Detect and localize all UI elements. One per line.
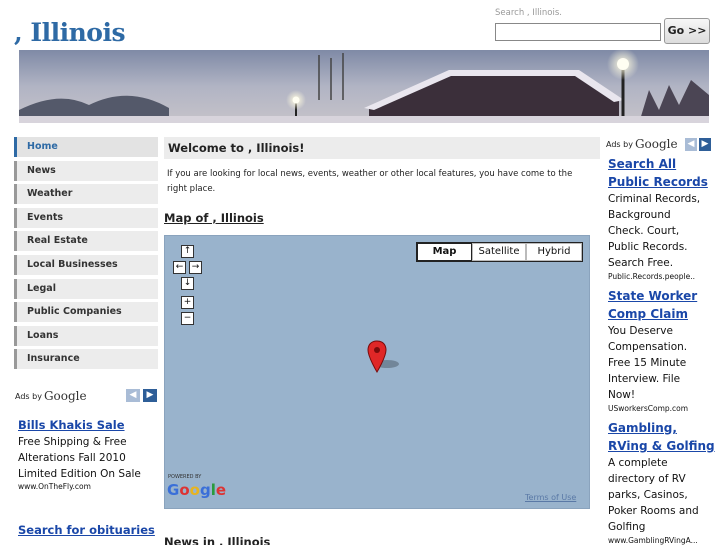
- header-banner-image: [19, 50, 709, 123]
- ad-title[interactable]: Comp Claim: [608, 305, 727, 323]
- nav-item-events[interactable]: Events: [14, 207, 158, 228]
- search-label: Search , Illinois.: [495, 8, 562, 18]
- nav-item-news[interactable]: News: [14, 160, 158, 181]
- ad-title[interactable]: RVing & Golfing: [608, 437, 727, 455]
- ads-google-label: Google: [43, 389, 87, 403]
- right-ad-1: Search All Public Records Criminal Recor…: [608, 155, 727, 281]
- ad-title[interactable]: State Worker: [608, 287, 727, 305]
- terms-of-use-link[interactable]: Terms of Use: [525, 493, 576, 502]
- zoom-out-button[interactable]: −: [181, 312, 194, 325]
- ad-title[interactable]: Search All: [608, 155, 727, 173]
- ad-title[interactable]: Bills Khakis Sale: [18, 418, 158, 432]
- ad-url[interactable]: www.GamblingRVingA...: [608, 536, 727, 545]
- ad-line: Search Free.: [608, 257, 674, 269]
- map-widget[interactable]: ↑ ← → ↓ + − Map Satellite Hybrid POWERED…: [164, 235, 590, 509]
- nav-item-home[interactable]: Home: [14, 137, 158, 157]
- ad-line: Check. Court,: [608, 225, 680, 237]
- ad-line: Criminal Records,: [608, 193, 701, 205]
- chevron-right-icon[interactable]: ▶: [143, 389, 157, 402]
- go-button[interactable]: Go >>: [664, 18, 710, 44]
- map-heading[interactable]: Map of , Illinois: [164, 211, 264, 225]
- pan-down-button[interactable]: ↓: [181, 277, 194, 290]
- ad-line: Public Records.: [608, 241, 688, 253]
- map-type-satellite[interactable]: Satellite: [472, 243, 526, 261]
- ad-line: Interview. File: [608, 373, 681, 385]
- map-type-map[interactable]: Map: [417, 243, 472, 261]
- right-ads-header: Ads by Google: [606, 137, 678, 151]
- map-type-hybrid[interactable]: Hybrid: [526, 243, 582, 261]
- pan-right-button[interactable]: →: [189, 261, 202, 274]
- google-logo[interactable]: Google: [167, 481, 226, 499]
- nav-item-public-companies[interactable]: Public Companies: [14, 302, 158, 323]
- ad-line: Now!: [608, 389, 636, 401]
- map-marker-icon[interactable]: [367, 340, 403, 374]
- nav-item-insurance[interactable]: Insurance: [14, 349, 158, 370]
- ad-line: You Deserve: [608, 325, 673, 337]
- ad-line: Background: [608, 209, 671, 221]
- ad-line: directory of RV: [608, 473, 686, 485]
- left-nav: Home News Weather Events Real Estate Loc…: [14, 137, 158, 373]
- ad-title[interactable]: Gambling,: [608, 419, 727, 437]
- chevron-right-icon[interactable]: ▶: [699, 138, 711, 151]
- nav-item-weather[interactable]: Weather: [14, 184, 158, 205]
- page-title: Welcome to , Illinois!: [164, 137, 600, 159]
- site-title: , Illinois: [14, 18, 126, 47]
- ads-by-label: Ads by: [15, 391, 42, 401]
- left-ad-1: Bills Khakis Sale Free Shipping & Free A…: [18, 418, 158, 491]
- ad-url[interactable]: www.OnTheFly.com: [18, 482, 158, 491]
- ad-line: Free Shipping & Free: [18, 436, 127, 448]
- ad-line: Free 15 Minute: [608, 357, 687, 369]
- nav-item-legal[interactable]: Legal: [14, 278, 158, 299]
- news-heading: News in , Illinois: [164, 535, 271, 545]
- ad-line: Compensation.: [608, 341, 688, 353]
- pan-up-button[interactable]: ↑: [181, 245, 194, 258]
- left-ads-header: Ads by Google: [15, 389, 87, 403]
- ad-url[interactable]: Public.Records.people..: [608, 272, 727, 281]
- ads-google-label: Google: [634, 137, 678, 151]
- pan-left-button[interactable]: ←: [173, 261, 186, 274]
- zoom-in-button[interactable]: +: [181, 296, 194, 309]
- chevron-left-icon[interactable]: ◀: [685, 138, 697, 151]
- chevron-left-icon[interactable]: ◀: [126, 389, 140, 402]
- nav-item-loans[interactable]: Loans: [14, 325, 158, 346]
- left-ad-2: Search for obituaries: [18, 523, 158, 537]
- right-ad-2: State Worker Comp Claim You Deserve Comp…: [608, 287, 727, 413]
- map-type-selector: Map Satellite Hybrid: [416, 242, 583, 262]
- ad-line: Limited Edition On Sale: [18, 468, 141, 480]
- ad-line: A complete: [608, 457, 668, 469]
- nav-item-real-estate[interactable]: Real Estate: [14, 231, 158, 252]
- ads-by-label: Ads by: [606, 139, 633, 149]
- ad-url[interactable]: USworkersComp.com: [608, 404, 727, 413]
- right-ad-3: Gambling, RVing & Golfing A complete dir…: [608, 419, 727, 545]
- search-input[interactable]: [495, 23, 661, 41]
- nav-item-local-businesses[interactable]: Local Businesses: [14, 254, 158, 275]
- ad-line: parks, Casinos,: [608, 489, 688, 501]
- ad-title[interactable]: Public Records: [608, 173, 727, 191]
- ad-line: Poker Rooms and: [608, 505, 699, 517]
- ad-line: Golfing: [608, 521, 646, 533]
- ad-line: Alterations Fall 2010: [18, 452, 126, 464]
- powered-by-label: POWERED BY: [168, 474, 202, 480]
- intro-text: If you are looking for local news, event…: [167, 169, 573, 194]
- ad-title[interactable]: Search for obituaries: [18, 523, 158, 537]
